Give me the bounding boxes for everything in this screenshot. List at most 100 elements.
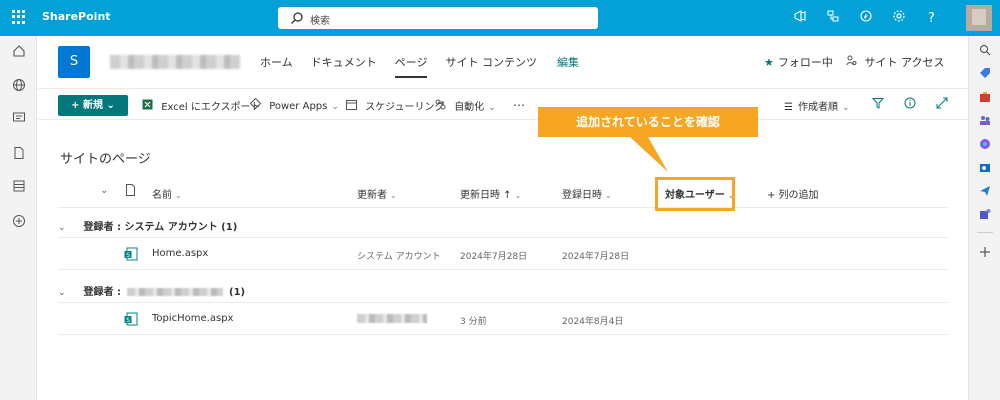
excel-icon — [142, 99, 156, 113]
app-launcher-icon[interactable] — [12, 10, 26, 24]
table-row[interactable]: S TopicHome.aspx 3 分前 2024年8月4日 — [58, 303, 948, 335]
redacted-modified-by — [357, 314, 427, 323]
column-header-created[interactable]: 登録日時 ⌄ — [562, 186, 612, 201]
chevron-down-icon: ⌄ — [514, 191, 522, 200]
group-label-suffix: (1) — [229, 287, 246, 298]
export-label: Excel にエクスポート — [161, 102, 261, 113]
add-column-button[interactable]: + 列の追加 — [767, 186, 819, 201]
schedule-button[interactable]: スケジューリング — [346, 98, 445, 113]
automate-icon — [435, 99, 449, 113]
column-modified-by-label: 更新者 — [357, 190, 387, 201]
table-row[interactable]: S Home.aspx システム アカウント 2024年7月28日 2024年7… — [58, 238, 948, 270]
nav-pages[interactable]: ページ — [394, 54, 427, 78]
search-icon[interactable] — [978, 44, 992, 58]
site-logo[interactable]: S — [58, 46, 90, 78]
create-icon[interactable] — [11, 214, 27, 230]
group-label-prefix: 登録者 : — [83, 287, 122, 298]
svg-text:S: S — [126, 317, 130, 324]
sharepoint-page-icon: S — [124, 312, 138, 326]
sort-label: 作成者順 — [797, 102, 838, 113]
chevron-down-icon: ⌄ — [175, 191, 182, 200]
automate-button[interactable]: 自動化 ⌄ — [435, 98, 496, 113]
gear-icon[interactable] — [882, 9, 915, 27]
nav-edit[interactable]: 編集 — [557, 54, 579, 70]
right-rail — [968, 36, 1000, 400]
outlook-icon[interactable] — [978, 162, 992, 176]
people-icon[interactable] — [978, 114, 992, 128]
callout-annotation: 追加されていることを確認 — [538, 107, 758, 137]
home-icon[interactable] — [11, 44, 27, 60]
avatar[interactable] — [966, 5, 992, 31]
power-apps-label: Power Apps — [269, 101, 328, 112]
add-icon[interactable] — [978, 246, 992, 260]
new-button[interactable]: + 新規 ⌄ — [58, 95, 128, 116]
column-modified-label: 更新日時 ↑ — [460, 190, 512, 201]
created-cell: 2024年7月28日 — [562, 252, 630, 262]
chevron-down-icon: ⌄ — [605, 191, 612, 200]
group-label: 登録者 : システム アカウント (1) — [83, 222, 238, 233]
site-header: S ホーム ドキュメント ページ サイト コンテンツ 編集 ★ フォロー中 サイト… — [38, 36, 968, 88]
nav-site-contents[interactable]: サイト コンテンツ — [445, 54, 537, 70]
expand-icon[interactable] — [936, 97, 948, 112]
question-icon[interactable]: ? — [915, 11, 948, 26]
chevron-down-icon[interactable]: ⌄ — [58, 288, 66, 298]
site-name[interactable] — [110, 55, 240, 69]
chevron-down-icon: ⌄ — [106, 100, 115, 111]
tag-icon[interactable] — [978, 67, 992, 81]
file-type-icon[interactable] — [125, 184, 136, 199]
star-icon: ★ — [764, 56, 774, 69]
rail-divider — [977, 232, 993, 233]
group-header-user[interactable]: ⌄ 登録者 : (1) — [58, 283, 245, 298]
collapse-all-icon[interactable]: ⌄ — [100, 185, 108, 196]
modified-cell: 2024年7月28日 — [460, 252, 528, 262]
site-access-label: サイト アクセス — [864, 56, 945, 69]
new-label: 新規 — [83, 100, 103, 111]
send-icon[interactable] — [978, 185, 992, 199]
column-header-modified[interactable]: 更新日時 ↑ ⌄ — [460, 186, 521, 201]
chevron-down-icon[interactable]: ⌄ — [58, 223, 66, 233]
help-sparkle-icon[interactable] — [849, 9, 882, 27]
follow-label: フォロー中 — [777, 56, 833, 69]
search-icon — [291, 12, 303, 24]
more-button[interactable]: … — [513, 95, 525, 109]
search-placeholder: 検索 — [310, 16, 330, 27]
chevron-down-icon: ⌄ — [331, 102, 339, 112]
group-header-system-account[interactable]: ⌄ 登録者 : システム アカウント (1) — [58, 218, 237, 233]
export-excel-button[interactable]: Excel にエクスポート — [142, 98, 261, 113]
brand-name[interactable]: SharePoint — [42, 10, 111, 23]
info-icon[interactable] — [904, 97, 916, 112]
svg-text:S: S — [126, 252, 130, 259]
copilot-icon[interactable] — [978, 138, 992, 152]
modified-cell: 3 分前 — [460, 317, 487, 327]
filter-icon[interactable] — [871, 97, 885, 112]
megaphone-icon[interactable] — [783, 9, 816, 27]
search-box[interactable]: 検索 — [278, 7, 598, 29]
column-created-label: 登録日時 — [562, 190, 602, 201]
news-icon[interactable] — [11, 110, 27, 126]
file-name-link[interactable]: TopicHome.aspx — [152, 313, 233, 324]
teams-icon[interactable] — [978, 208, 992, 222]
list-icon[interactable] — [11, 179, 27, 195]
file-name-link[interactable]: Home.aspx — [152, 248, 208, 259]
power-apps-button[interactable]: Power Apps ⌄ — [249, 97, 339, 112]
globe-icon[interactable] — [11, 78, 27, 94]
schedule-label: スケジューリング — [365, 102, 445, 113]
list-header: ⌄ 名前 ⌄ 更新者 ⌄ 更新日時 ↑ ⌄ 登録日時 ⌄ 対象ユーザー ⌄ + 列の追加 — [58, 176, 948, 208]
power-apps-icon — [249, 97, 264, 112]
site-access-button[interactable]: サイト アクセス — [846, 54, 944, 70]
nav-documents[interactable]: ドキュメント — [311, 54, 377, 70]
column-header-name[interactable]: 名前 ⌄ — [152, 186, 182, 201]
briefcase-icon[interactable] — [978, 91, 992, 105]
follow-button[interactable]: ★ フォロー中 — [764, 54, 833, 70]
plus-icon: + — [71, 100, 80, 111]
flow-icon[interactable] — [816, 9, 849, 27]
nav-home[interactable]: ホーム — [260, 54, 293, 70]
sort-view-button[interactable]: ☰ 作成者順 ⌄ — [784, 98, 850, 113]
file-icon[interactable] — [11, 146, 27, 162]
column-header-modified-by[interactable]: 更新者 ⌄ — [357, 186, 397, 201]
left-rail — [0, 36, 37, 400]
redacted-user-name — [127, 288, 224, 296]
sharepoint-page-icon: S — [124, 247, 138, 261]
people-gear-icon — [846, 55, 861, 69]
lines-icon: ☰ — [784, 102, 793, 113]
